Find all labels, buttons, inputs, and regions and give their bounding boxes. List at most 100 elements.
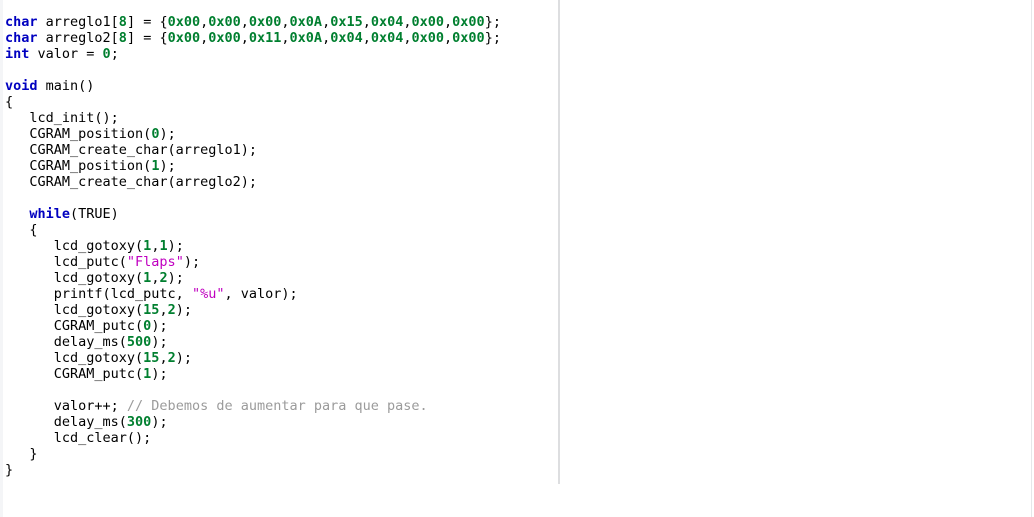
code-token-plain: , valor); [224, 286, 298, 302]
code-token-plain: } [5, 446, 38, 462]
code-line: lcd_init(); [0, 110, 1034, 126]
code-line: char arreglo2[8] = {0x00,0x00,0x11,0x0A,… [0, 30, 1034, 46]
code-line: int valor = 0; [0, 46, 1034, 62]
code-token-plain: ); [159, 126, 176, 142]
code-token-number: 15 [143, 350, 160, 366]
code-token-number: 2 [159, 270, 168, 286]
code-token-plain: (TRUE) [70, 206, 119, 222]
code-token-plain: , [322, 14, 331, 30]
code-token-keyword: while [29, 206, 71, 222]
code-line: { [0, 94, 1034, 110]
print-margin-guide [558, 0, 560, 484]
code-token-plain: , [240, 30, 249, 46]
code-line: char arreglo1[8] = {0x00,0x00,0x00,0x0A,… [0, 14, 1034, 30]
code-editor[interactable]: char arreglo1[8] = {0x00,0x00,0x00,0x0A,… [0, 0, 1034, 517]
right-edge-border [1031, 0, 1032, 517]
code-token-plain: , [240, 14, 249, 30]
code-token-plain: delay_ms( [5, 334, 127, 350]
code-token-number: 0x04 [370, 30, 404, 46]
code-token-plain: ); [151, 318, 168, 334]
code-token-plain: , [362, 30, 371, 46]
code-token-plain: ); [175, 350, 192, 366]
code-line: void main() [0, 78, 1034, 94]
code-token-plain: CGRAM_putc( [5, 318, 144, 334]
code-line: CGRAM_position(0); [0, 126, 1034, 142]
code-token-plain: , [444, 14, 453, 30]
code-line: valor++; // Debemos de aumentar para que… [0, 398, 1034, 414]
code-token-keyword: char [5, 14, 38, 30]
code-token-plain: lcd_gotoxy( [5, 350, 144, 366]
code-token-number: 0 [102, 46, 111, 62]
code-token-plain: lcd_gotoxy( [5, 302, 144, 318]
code-token-number: 0x00 [452, 14, 485, 30]
code-token-number: 0x00 [411, 14, 445, 30]
code-line: } [0, 462, 1034, 478]
code-token-plain: lcd_gotoxy( [5, 238, 144, 254]
code-token-plain: ); [151, 334, 168, 350]
code-token-number: 0x04 [330, 30, 363, 46]
code-token-plain: ] = { [126, 30, 168, 46]
code-token-number: 15 [143, 302, 160, 318]
code-line: lcd_putc("Flaps"); [0, 254, 1034, 270]
code-token-number: 8 [118, 14, 127, 30]
code-token-keyword: void [5, 78, 38, 94]
code-token-plain: , [403, 14, 412, 30]
code-line: lcd_gotoxy(15,2); [0, 350, 1034, 366]
code-token-plain: , [444, 30, 453, 46]
code-token-plain: }; [484, 30, 501, 46]
code-line: lcd_gotoxy(1,2); [0, 270, 1034, 286]
code-line: lcd_gotoxy(15,2); [0, 302, 1034, 318]
code-line: CGRAM_create_char(arreglo2); [0, 174, 1034, 190]
code-line: printf(lcd_putc, "%u", valor); [0, 286, 1034, 302]
code-line-list: char arreglo1[8] = {0x00,0x00,0x00,0x0A,… [0, 14, 1034, 478]
code-token-plain: , [159, 350, 168, 366]
code-token-plain: CGRAM_putc( [5, 366, 144, 382]
code-token-plain: main() [37, 78, 95, 94]
code-line: while(TRUE) [0, 206, 1034, 222]
code-line: { [0, 222, 1034, 238]
code-line: delay_ms(500); [0, 334, 1034, 350]
code-token-plain: , [281, 30, 290, 46]
code-token-number: 2 [167, 302, 176, 318]
code-token-plain: lcd_clear(); [5, 430, 152, 446]
code-token-plain: lcd_init(); [5, 110, 119, 126]
code-token-plain: , [200, 14, 209, 30]
code-line: CGRAM_putc(0); [0, 318, 1034, 334]
code-token-number: 0x0A [289, 30, 323, 46]
code-token-number: 0x00 [452, 30, 485, 46]
code-token-number: 0x04 [370, 14, 404, 30]
code-token-plain: ); [167, 238, 184, 254]
code-token-plain: printf(lcd_putc, [5, 286, 192, 302]
code-token-plain: , [159, 302, 168, 318]
code-token-plain: CGRAM_create_char(arreglo2); [5, 174, 257, 190]
code-token-number: 1 [159, 238, 168, 254]
code-token-number: 0x0A [289, 14, 323, 30]
code-token-plain: , [403, 30, 412, 46]
code-token-keyword: int [5, 46, 30, 62]
code-token-plain: { [5, 94, 14, 110]
code-token-number: 300 [126, 414, 152, 430]
code-token-plain: lcd_gotoxy( [5, 270, 144, 286]
code-token-plain: , [281, 14, 290, 30]
code-token-plain: valor = [29, 46, 103, 62]
code-line: delay_ms(300); [0, 414, 1034, 430]
code-token-string: "Flaps" [126, 254, 184, 270]
code-token-plain: valor++; [5, 398, 127, 414]
code-token-plain: arreglo1[ [37, 14, 119, 30]
code-token-number: 0x00 [248, 14, 282, 30]
code-token-number: 500 [126, 334, 152, 350]
code-line: lcd_gotoxy(1,1); [0, 238, 1034, 254]
code-token-plain: ; [110, 46, 119, 62]
code-token-plain: CGRAM_position( [5, 126, 152, 142]
code-token-plain: delay_ms( [5, 414, 127, 430]
code-text-area[interactable]: char arreglo1[8] = {0x00,0x00,0x00,0x0A,… [0, 0, 1034, 517]
code-line: CGRAM_position(1); [0, 158, 1034, 174]
code-token-plain: ); [175, 302, 192, 318]
code-token-plain: , [322, 30, 331, 46]
code-token-number: 0x00 [167, 14, 201, 30]
code-token-number: 0x00 [167, 30, 201, 46]
code-token-plain: , [362, 14, 371, 30]
code-token-number: 0x00 [208, 30, 241, 46]
code-token-number: 8 [118, 30, 127, 46]
